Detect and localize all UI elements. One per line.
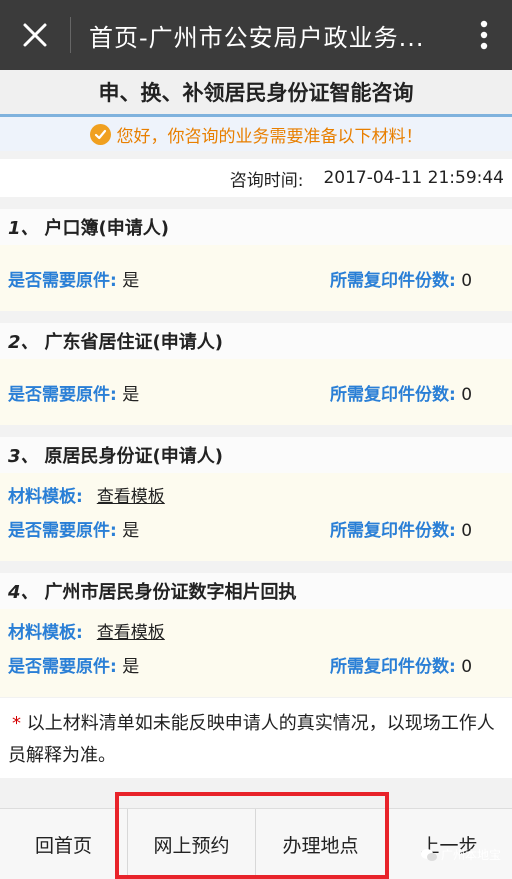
copies-label: 所需复印件份数:: [330, 520, 456, 541]
consult-time-label: 咨询时间:: [229, 170, 304, 191]
page-title: 首页-广州市公安局户政业务...: [89, 23, 425, 52]
highlight-box: [115, 792, 389, 879]
check-circle-icon: [89, 123, 111, 145]
more-vertical-icon: [480, 20, 488, 50]
item-title: 广州市居民身份证数字相片回执: [44, 582, 297, 603]
original-required-label: 是否需要原件:: [8, 270, 117, 291]
watermark: 广州本地宝: [420, 846, 501, 863]
template-label: 材料模板:: [8, 486, 83, 507]
close-button[interactable]: [0, 0, 70, 70]
item-number: 4、: [8, 582, 39, 603]
item-number: 1、: [8, 218, 39, 239]
item-4-body: 材料模板: 查看模板 是否需要原件: 是 所需复印件份数: 0: [0, 609, 512, 697]
item-1-header: 1、 户口簿(申请人): [0, 209, 512, 245]
consult-time-value: 2017-04-11 21:59:44: [323, 168, 504, 188]
disclaimer-text: 以上材料清单如未能反映申请人的真实情况，以现场工作人员解释为准。: [8, 713, 495, 766]
copies-label: 所需复印件份数:: [330, 384, 456, 405]
copies-label: 所需复印件份数:: [330, 270, 456, 291]
view-template-link[interactable]: 查看模板: [97, 623, 165, 643]
copies-label: 所需复印件份数:: [330, 656, 456, 677]
item-1-body: 是否需要原件: 是 所需复印件份数: 0: [0, 245, 512, 311]
original-required-label: 是否需要原件:: [8, 384, 117, 405]
asterisk: *: [12, 713, 21, 734]
notice-banner: 您好，你咨询的业务需要准备以下材料！: [0, 117, 512, 151]
item-2-header: 2、 广东省居住证(申请人): [0, 323, 512, 359]
wechat-icon: [421, 848, 437, 861]
original-required-label: 是否需要原件:: [8, 520, 117, 541]
item-title: 广东省居住证(申请人): [44, 332, 223, 353]
item-4-header: 4、 广州市居民身份证数字相片回执: [0, 573, 512, 609]
consult-heading: 申、换、补领居民身份证智能咨询: [0, 70, 512, 117]
watermark-text: 广州本地宝: [441, 848, 502, 862]
view-template-link[interactable]: 查看模板: [97, 487, 165, 507]
item-title: 原居民身份证(申请人): [44, 446, 223, 467]
consult-time-row: 咨询时间: 2017-04-11 21:59:44: [0, 159, 512, 197]
home-button[interactable]: 回首页: [0, 809, 128, 879]
original-required-value: 是: [122, 270, 140, 291]
item-3-header: 3、 原居民身份证(申请人): [0, 437, 512, 473]
disclaimer: * 以上材料清单如未能反映申请人的真实情况，以现场工作人员解释为准。: [0, 698, 512, 778]
copies-value: 0: [461, 270, 473, 291]
item-number: 3、: [8, 446, 39, 467]
item-number: 2、: [8, 332, 39, 353]
close-icon: [23, 23, 47, 47]
notice-text: 您好，你咨询的业务需要准备以下材料！: [116, 126, 423, 147]
item-2-body: 是否需要原件: 是 所需复印件份数: 0: [0, 359, 512, 425]
original-required-label: 是否需要原件:: [8, 656, 117, 677]
copies-value: 0: [461, 520, 473, 541]
copies-value: 0: [461, 384, 473, 405]
original-required-value: 是: [122, 656, 140, 677]
item-3-body: 材料模板: 查看模板 是否需要原件: 是 所需复印件份数: 0: [0, 473, 512, 561]
top-bar: 首页-广州市公安局户政业务...: [0, 0, 512, 70]
template-label: 材料模板:: [8, 622, 83, 643]
item-title: 户口簿(申请人): [44, 218, 169, 239]
previous-step-button[interactable]: 上一步: [386, 809, 512, 879]
more-button[interactable]: [456, 0, 512, 70]
original-required-value: 是: [122, 520, 140, 541]
original-required-value: 是: [122, 384, 140, 405]
copies-value: 0: [461, 656, 473, 677]
